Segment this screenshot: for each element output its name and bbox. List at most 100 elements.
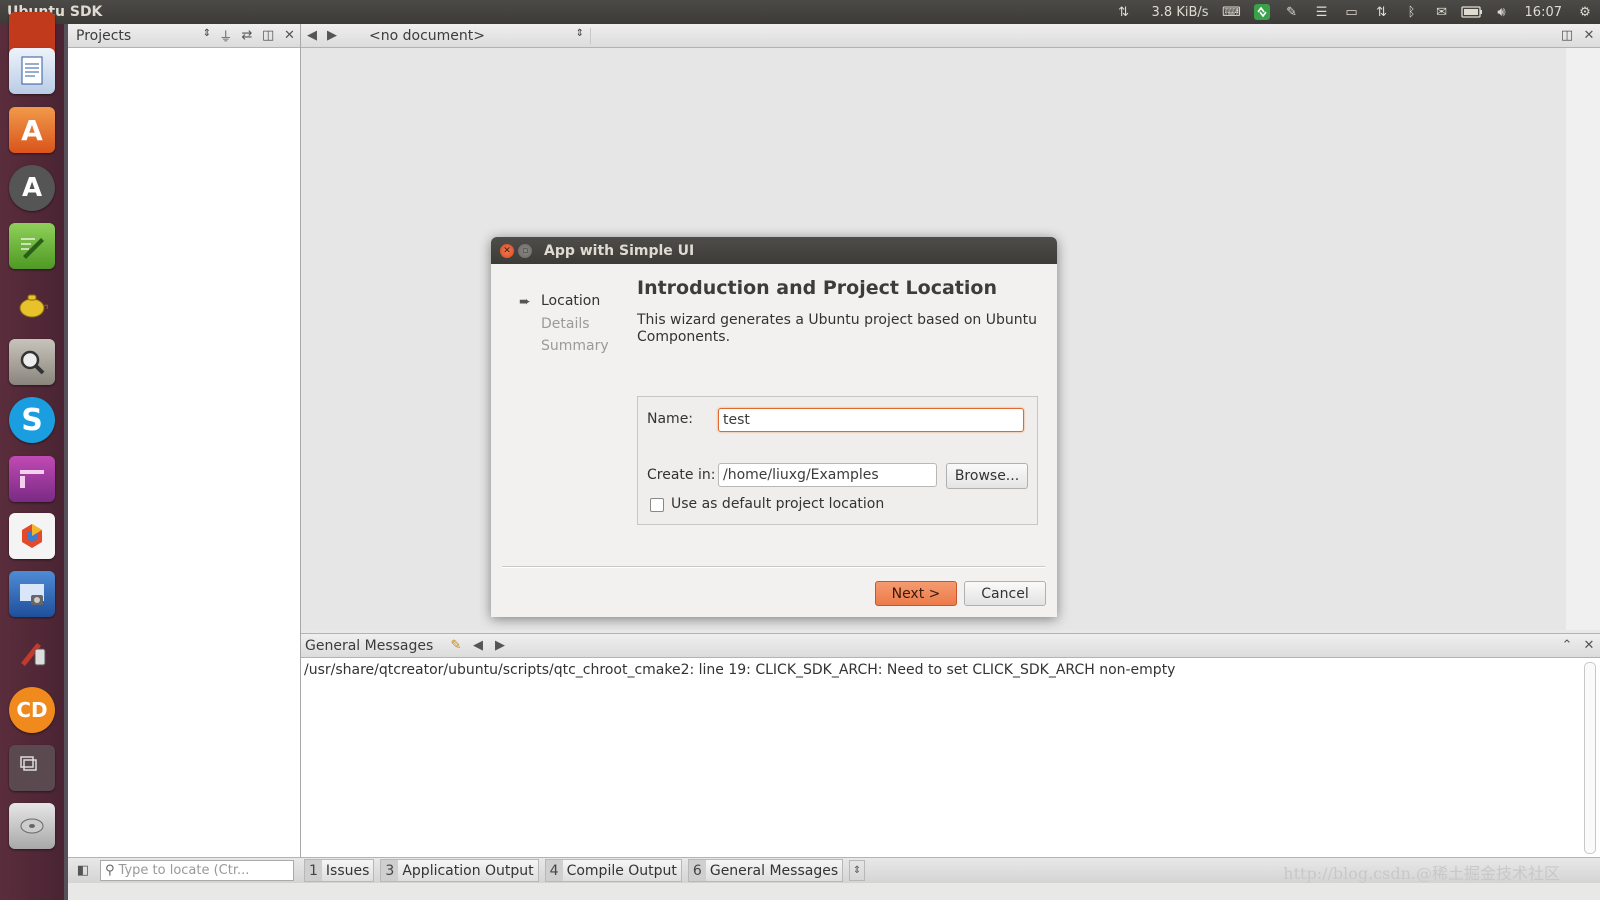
workspace-switcher-launcher-item[interactable] [6, 454, 58, 504]
tab-number: 4 [545, 860, 563, 881]
default-location-label[interactable]: Use as default project location [671, 496, 884, 512]
output-pane: General Messages ✎ ◀ ▶ ⌃ ✕ /usr/share/qt… [301, 633, 1600, 857]
cancel-button[interactable]: Cancel [964, 581, 1046, 606]
text-editor-launcher-item[interactable] [6, 221, 58, 271]
output-scrollbar[interactable] [1584, 662, 1596, 854]
clear-output-icon[interactable]: ✎ [445, 635, 467, 657]
issues-tab[interactable]: 1 Issues [304, 859, 375, 882]
document-combo-label: <no document> [369, 27, 485, 44]
clipboard-icon[interactable]: ▭ [1337, 0, 1367, 24]
tab-label: General Messages [709, 862, 839, 879]
screenshot-launcher-item[interactable] [6, 569, 58, 619]
name-label: Name: [647, 411, 694, 427]
prev-item-icon[interactable]: ◀ [467, 635, 489, 657]
location-form: Name: test Create in: /home/liuxg/Exampl… [637, 396, 1038, 525]
libreoffice-writer-icon [9, 48, 55, 94]
nav-forward-icon[interactable]: ▶ [321, 25, 343, 47]
bluetooth-icon[interactable]: ᛒ [1397, 0, 1427, 24]
tab-label: Application Output [402, 862, 534, 879]
volume-icon[interactable]: 🔊︎ [1487, 0, 1517, 24]
ubuntu-sdk-icon [9, 513, 55, 559]
current-step-arrow-icon: ➨ [519, 294, 531, 310]
paperclip-icon[interactable]: ✎ [1277, 0, 1307, 24]
more-tabs-icon[interactable]: ⇕ [849, 860, 866, 881]
network-transfer-icon[interactable]: ⇅ [1096, 0, 1152, 24]
search-icon: ⚲ [105, 863, 115, 878]
split-editor-icon[interactable]: ◫ [1556, 25, 1578, 47]
mail-icon[interactable]: ✉ [1427, 0, 1457, 24]
software-center-launcher-item[interactable]: A [6, 105, 58, 155]
tab-number: 6 [688, 860, 706, 881]
locator-placeholder: Type to locate (Ctr... [118, 863, 250, 878]
workspace-switcher-icon [9, 456, 55, 502]
compile-output-tab[interactable]: 4 Compile Output [544, 859, 682, 882]
wizard-description: This wizard generates a Ubuntu project b… [637, 312, 1037, 345]
dialog-separator [502, 566, 1045, 568]
document-combo[interactable]: <no document> ⇕ [341, 27, 591, 44]
network-speed-indicator[interactable]: 3.8 KiB/s [1152, 0, 1217, 24]
close-output-icon[interactable]: ✕ [1578, 635, 1600, 657]
close-pane-icon[interactable]: ✕ [279, 25, 300, 47]
wizard-dialog: ✕ ▫ App with Simple UI ➨ Location Detail… [491, 237, 1057, 617]
settings-gear-icon[interactable]: ⚙ [1570, 0, 1600, 24]
teapot-launcher-item[interactable] [6, 279, 58, 329]
create-in-label: Create in: [647, 467, 716, 483]
minimize-icon[interactable]: ▫ [518, 243, 532, 258]
output-pane-header: General Messages ✎ ◀ ▶ ⌃ ✕ [301, 634, 1600, 658]
step-location: Location [541, 293, 601, 309]
launcher: A A S CD [0, 12, 68, 900]
application-output-tab[interactable]: 3 Application Output [380, 859, 539, 882]
clock[interactable]: 16:07 [1517, 0, 1570, 24]
window-manager-launcher-item[interactable] [6, 743, 58, 793]
window-manager-icon [9, 745, 55, 791]
projects-view-combo[interactable]: Projects ⇕ [68, 28, 215, 44]
browse-button[interactable]: Browse... [946, 463, 1028, 489]
link-sync-icon[interactable]: ⇄ [236, 25, 257, 47]
skype-icon: S [9, 397, 55, 443]
combo-arrows-icon: ⇕ [575, 27, 584, 39]
keyboard-icon[interactable]: ⌨ [1217, 0, 1247, 24]
software-updater-icon: A [9, 165, 55, 211]
text-editor-icon [9, 223, 55, 269]
battery-icon[interactable] [1457, 0, 1487, 24]
sync-status-icon[interactable] [1247, 0, 1277, 24]
next-button[interactable]: Next > [875, 581, 957, 606]
close-editor-icon[interactable]: ✕ [1578, 25, 1600, 47]
dialog-title: App with Simple UI [544, 242, 695, 259]
paint-launcher-item[interactable] [6, 627, 58, 677]
locator-input[interactable]: ⚲ Type to locate (Ctr... [100, 860, 294, 881]
nav-back-icon[interactable]: ◀ [301, 25, 323, 47]
disk-launcher-item[interactable] [6, 801, 58, 851]
watermark-text: http://blog.csdn.@稀土掘金技术社区 [1283, 864, 1560, 883]
filter-icon[interactable]: ⏚ [215, 25, 236, 47]
wizard-heading: Introduction and Project Location [637, 277, 997, 299]
maximize-pane-icon[interactable]: ⌃ [1556, 635, 1578, 657]
tab-label: Compile Output [566, 862, 677, 879]
dialog-titlebar[interactable]: ✕ ▫ App with Simple UI [491, 237, 1057, 264]
name-input[interactable]: test [718, 408, 1024, 432]
projects-pane-header: Projects ⇕ ⏚ ⇄ ◫ ✕ [68, 24, 300, 48]
output-pane-title: General Messages [305, 637, 434, 654]
menu-list-icon[interactable]: ☰ [1307, 0, 1337, 24]
network-updown-icon[interactable]: ⇅ [1367, 0, 1397, 24]
bottom-bar: ◧ ⚲ Type to locate (Ctr... 1 Issues 3 Ap… [68, 857, 1600, 883]
cd-burner-launcher-item[interactable]: CD [6, 685, 58, 735]
tab-label: Issues [325, 862, 370, 879]
ubuntu-sdk-launcher-item[interactable] [6, 511, 58, 561]
general-messages-tab[interactable]: 6 General Messages [687, 859, 844, 882]
create-in-input[interactable]: /home/liuxg/Examples [718, 463, 937, 487]
writer-launcher-item[interactable] [6, 46, 58, 96]
split-pane-icon[interactable]: ◫ [258, 25, 279, 47]
tab-number: 1 [305, 860, 322, 881]
toggle-sidebar-icon[interactable]: ◧ [72, 860, 94, 882]
image-viewer-launcher-item[interactable] [6, 337, 58, 387]
output-message: /usr/share/qtcreator/ubuntu/scripts/qtc_… [304, 662, 1176, 678]
step-summary: Summary [541, 338, 609, 354]
next-item-icon[interactable]: ▶ [489, 635, 511, 657]
indicator-area: ⇅ 3.8 KiB/s ⌨ ✎ ☰ ▭ ⇅ ᛒ ✉ 🔊︎ 16:07 ⚙ [1096, 0, 1600, 24]
default-location-checkbox[interactable] [650, 498, 664, 512]
skype-launcher-item[interactable]: S [6, 395, 58, 445]
close-icon[interactable]: ✕ [500, 243, 514, 258]
software-updater-launcher-item[interactable]: A [6, 163, 58, 213]
paint-icon [9, 629, 55, 675]
